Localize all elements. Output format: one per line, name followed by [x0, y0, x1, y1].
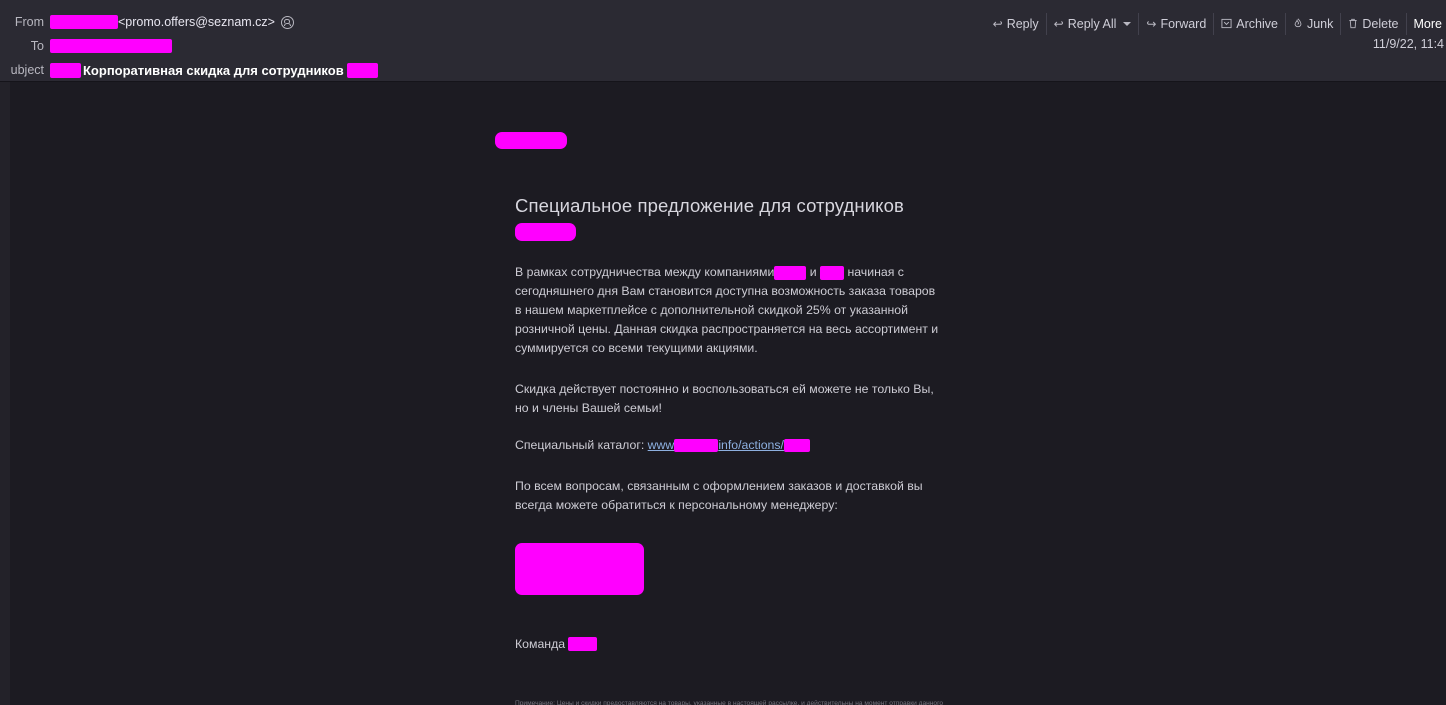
- more-button-label: More: [1413, 17, 1442, 31]
- reply-button[interactable]: ↩ Reply: [986, 13, 1046, 35]
- more-button[interactable]: More: [1405, 13, 1446, 35]
- from-email-address[interactable]: <promo.offers@seznam.cz>: [118, 15, 275, 29]
- archive-button-label: Archive: [1236, 17, 1278, 31]
- delete-button[interactable]: Delete: [1340, 13, 1405, 35]
- manager-card-redaction-wrap: [515, 543, 970, 596]
- paragraph-manager-contact: По всем вопросам, связанным с оформление…: [515, 479, 923, 513]
- reply-all-arrow-icon: ↩: [1053, 17, 1064, 31]
- paragraph-intro-part-b: и: [806, 265, 821, 280]
- archive-box-svg: [1221, 18, 1232, 28]
- message-toolbar: ↩ Reply ↩ Reply All ↪ Forward Archive Ju…: [986, 13, 1446, 35]
- catalog-link-domain-redaction: [674, 439, 719, 453]
- reply-all-button-label: Reply All: [1067, 17, 1117, 31]
- message-header-fields: From <promo.offers@seznam.cz> To ubject …: [0, 11, 1010, 83]
- subject-label: ubject: [10, 63, 44, 77]
- catalog-link-part-a: www: [647, 438, 675, 453]
- company-b-redaction: [820, 265, 845, 280]
- subject-value: Корпоративная скидка для сотрудников: [50, 62, 378, 78]
- trash-can-icon: [1348, 18, 1358, 31]
- forward-button[interactable]: ↪ Forward: [1138, 13, 1213, 35]
- email-subtitle-redaction: [515, 223, 576, 241]
- email-subtitle-redaction-wrap: [515, 223, 970, 241]
- catalog-link-part-b: info/actions/: [718, 438, 784, 453]
- fineprint-note: Примечание: Цены и скидки предоставляютс…: [515, 699, 947, 705]
- team-label: Команда: [515, 637, 566, 652]
- to-recipient-redaction: [50, 39, 172, 53]
- junk-button[interactable]: Junk: [1284, 13, 1340, 35]
- manager-card-redaction: [515, 543, 644, 596]
- message-header-bar: From <promo.offers@seznam.cz> To ubject …: [0, 0, 1446, 82]
- paragraph-catalog: Специальный каталог: www info/actions/: [515, 436, 943, 455]
- reply-all-button[interactable]: ↩ Reply All: [1045, 13, 1139, 35]
- delete-button-label: Delete: [1362, 17, 1399, 31]
- paragraph-family-discount: Скидка действует постоянно и воспользова…: [515, 382, 934, 416]
- junk-flame-icon: [1293, 17, 1303, 31]
- company-a-redaction: [774, 265, 807, 280]
- subject-text: Корпоративная скидка для сотрудников: [83, 62, 344, 78]
- catalog-label: Специальный каталог:: [515, 438, 648, 453]
- from-value[interactable]: <promo.offers@seznam.cz>: [50, 15, 294, 29]
- message-pane-left-gutter: [0, 82, 10, 705]
- from-row: From <promo.offers@seznam.cz>: [0, 11, 1010, 33]
- contact-circle-icon[interactable]: [280, 15, 294, 29]
- subject-suffix-redaction: [346, 62, 378, 78]
- catalog-link[interactable]: www info/actions/: [647, 438, 810, 453]
- email-title: Специальное предложение для сотрудников: [515, 195, 904, 216]
- paragraph-intro: В рамках сотрудничества между компаниями…: [515, 263, 943, 358]
- forward-button-label: Forward: [1160, 17, 1207, 31]
- archive-button[interactable]: Archive: [1213, 13, 1285, 35]
- team-name-redaction: [568, 637, 598, 652]
- catalog-link-path-redaction: [783, 439, 810, 453]
- fineprint-note-text: Примечание: Цены и скидки предоставляютс…: [515, 700, 944, 705]
- email-content: Специальное предложение для сотрудников …: [490, 82, 970, 705]
- to-label: To: [30, 39, 44, 53]
- reply-button-label: Reply: [1006, 17, 1039, 31]
- message-date: 11/9/22, 11:4: [1372, 37, 1444, 51]
- message-body-pane: Специальное предложение для сотрудников …: [10, 82, 1446, 705]
- trash-can-svg: [1349, 18, 1358, 28]
- chevron-down-icon[interactable]: [1123, 22, 1132, 26]
- team-signature: Команда: [515, 637, 970, 652]
- to-row: To: [0, 35, 1010, 57]
- to-value[interactable]: [50, 39, 172, 53]
- brand-logo-redaction-wrap: [495, 132, 970, 150]
- from-name-redaction: [50, 15, 118, 29]
- junk-flame-svg: [1294, 17, 1302, 27]
- archive-box-icon: [1221, 18, 1232, 31]
- junk-button-label: Junk: [1306, 17, 1334, 31]
- brand-logo-redaction: [495, 132, 567, 150]
- reply-arrow-icon: ↩: [992, 17, 1003, 31]
- paragraph-intro-part-a: В рамках сотрудничества между компаниями: [515, 265, 775, 280]
- from-label: From: [14, 15, 44, 29]
- subject-prefix-redaction: [50, 62, 81, 78]
- subject-row: ubject Корпоративная скидка для сотрудни…: [0, 59, 1010, 81]
- forward-arrow-icon: ↪: [1146, 17, 1157, 31]
